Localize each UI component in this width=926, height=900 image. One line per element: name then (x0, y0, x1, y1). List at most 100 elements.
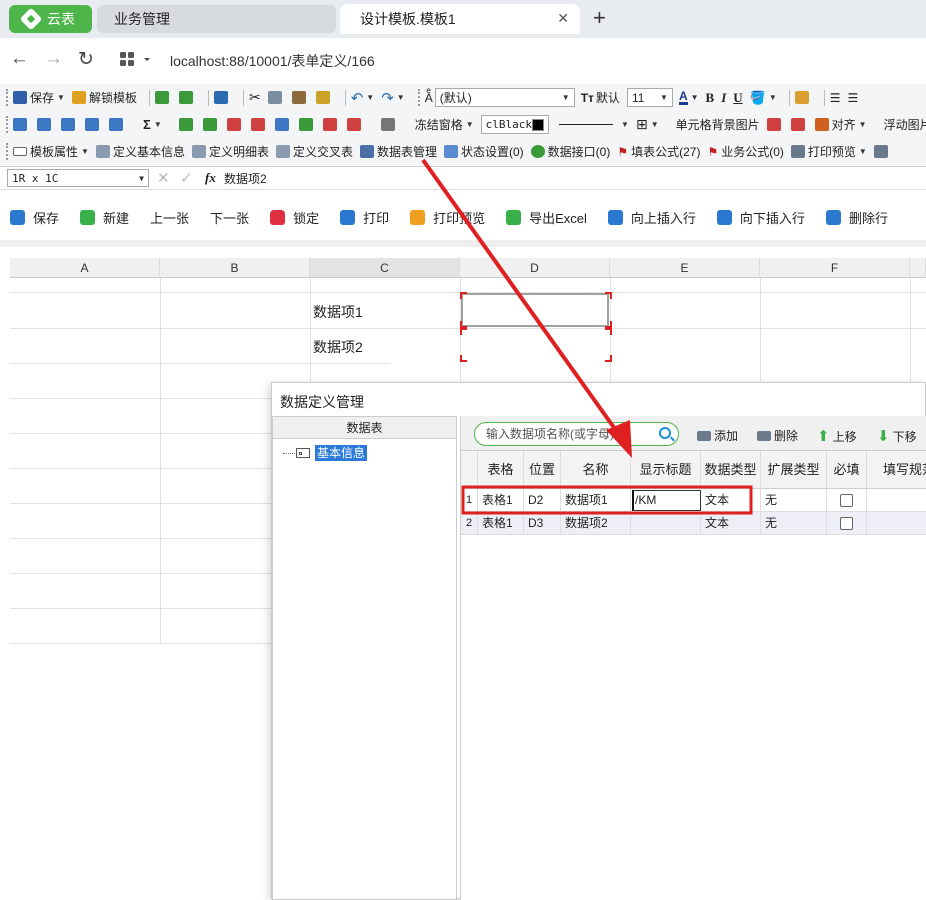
format-painter-button[interactable] (315, 91, 333, 104)
prev-button[interactable]: 上一张 (150, 208, 189, 227)
move-down-button[interactable]: ⬇ 下移 (877, 427, 917, 445)
cell-c2[interactable]: 数据项1 (313, 302, 363, 322)
delete-button[interactable]: 删除 (757, 427, 798, 444)
lock-cell-button[interactable] (794, 91, 812, 104)
undo-button[interactable]: ↶ ▼ (351, 89, 375, 107)
freeze-panes-button[interactable]: 冻结窗格 ▼ (415, 116, 474, 133)
sheet-tool-2[interactable] (37, 118, 54, 131)
border-button[interactable]: ⊞ ▼ (636, 116, 659, 133)
export-excel-button[interactable]: 导出Excel (506, 208, 587, 227)
row-tool-2[interactable] (202, 118, 220, 131)
cut-button[interactable]: ✂ (249, 89, 261, 106)
new-tab-plus-icon[interactable]: + (593, 5, 606, 31)
lock-button[interactable]: 锁定 (270, 208, 319, 227)
data-table-mgmt-button[interactable]: 数据表管理 (359, 143, 437, 160)
column-header-table[interactable]: 表格 (478, 451, 524, 489)
add-button[interactable]: 添加 (697, 427, 738, 444)
column-header-display-title[interactable]: 显示标题 (631, 451, 701, 489)
row-tool-3[interactable] (226, 118, 244, 131)
redo-button[interactable]: ↷ ▼ (381, 89, 405, 107)
required-checkbox[interactable] (840, 517, 853, 530)
insert-above-button[interactable]: 向上插入行 (607, 208, 696, 227)
font-name-select[interactable]: (默认) ▼ (434, 88, 575, 107)
row-tool-4[interactable] (250, 118, 268, 131)
print-button[interactable]: 打印 (340, 208, 389, 227)
move-up-button[interactable]: ⬆ 上移 (817, 427, 857, 445)
col-tool-3[interactable] (322, 118, 340, 131)
status-settings-button[interactable]: 状态设置(0) (444, 143, 524, 160)
formula-input[interactable]: 数据项2 (224, 170, 267, 187)
sheet-tool-3[interactable] (61, 118, 78, 131)
row-tool-1[interactable] (178, 118, 196, 131)
fill-color-button[interactable]: 🪣 ▼ (750, 90, 777, 106)
image-tool-1[interactable] (766, 118, 784, 131)
cell-ext-type[interactable]: 无 (761, 489, 827, 512)
cell-fill-rule[interactable] (867, 512, 926, 535)
tab-yunbiao[interactable]: 云表 (9, 5, 92, 33)
insert-below-button[interactable]: 向下插入行 (716, 208, 805, 227)
search-icon[interactable] (659, 427, 671, 439)
url-text[interactable]: localhost:88/10001/表单定义/166 (170, 51, 375, 71)
column-header-a[interactable]: A (10, 258, 160, 278)
tree-item-basic-info[interactable]: 基本信息 (283, 445, 368, 461)
define-detail-button[interactable]: 定义明细表 (191, 143, 269, 160)
cell-data-type[interactable]: 文本 (701, 489, 761, 512)
column-header-b[interactable]: B (160, 258, 310, 278)
print-tool-button[interactable] (873, 145, 891, 158)
sheet-tool-5[interactable] (109, 118, 126, 131)
biz-formula-button[interactable]: ⚑ 业务公式(0) (707, 143, 783, 160)
image-tool-2[interactable] (790, 118, 808, 131)
column-header-name[interactable]: 名称 (561, 451, 631, 489)
export-button[interactable] (178, 91, 196, 104)
float-image-button[interactable]: 浮动图片 (884, 116, 926, 133)
column-header-required[interactable]: 必填 (827, 451, 867, 489)
cell-name[interactable]: 数据项2 (561, 512, 631, 535)
cell-c3[interactable]: 数据项2 (313, 337, 363, 357)
cell-table[interactable]: 表格1 (478, 489, 524, 512)
cell-ext-type[interactable]: 无 (761, 512, 827, 535)
default-font-button[interactable]: Tт 默认 (581, 89, 620, 106)
cell-position[interactable]: D2 (524, 489, 561, 512)
cell-data-type[interactable]: 文本 (701, 512, 761, 535)
save-button[interactable]: 保存 ▼ (13, 89, 65, 106)
print-preview-tool-button[interactable]: 打印预览 ▼ (790, 143, 867, 160)
import-button[interactable] (154, 91, 172, 104)
italic-button[interactable]: I (721, 90, 726, 106)
column-header-position[interactable]: 位置 (524, 451, 561, 489)
column-header-f[interactable]: F (760, 258, 910, 278)
column-header-data-type[interactable]: 数据类型 (701, 451, 761, 489)
underline-button[interactable]: U (733, 90, 742, 106)
delete-row-button[interactable]: 删除行 (825, 208, 888, 227)
define-cross-button[interactable]: 定义交叉表 (275, 143, 353, 160)
col-tool-2[interactable] (298, 118, 316, 131)
reload-icon[interactable]: ↻ (78, 48, 94, 71)
data-interface-button[interactable]: 数据接口(0) (530, 143, 610, 160)
sum-button[interactable]: Σ ▼ (143, 117, 162, 132)
close-icon[interactable]: ✕ (557, 10, 569, 27)
col-tool-4[interactable] (346, 118, 364, 131)
cell-name[interactable]: 数据项1 (561, 489, 631, 512)
forward-arrow-icon[interactable]: → (44, 48, 63, 70)
define-basic-button[interactable]: 定义基本信息 (95, 143, 185, 160)
copy-button[interactable] (267, 91, 285, 104)
column-header-ext-type[interactable]: 扩展类型 (761, 451, 827, 489)
back-arrow-icon[interactable]: ← (10, 48, 29, 70)
template-props-button[interactable]: 模板属性 ▼ (13, 143, 89, 160)
required-checkbox[interactable] (840, 494, 853, 507)
align-left-button[interactable]: ☰ (830, 91, 841, 105)
column-header-fill-rule[interactable]: 填写规范 (867, 451, 926, 489)
cell-reference-box[interactable]: 1R x 1C ▼ (7, 169, 149, 187)
cell-position[interactable]: D3 (524, 512, 561, 535)
save-action-button[interactable]: 保存 (10, 208, 59, 227)
sheet-tool-1[interactable] (13, 118, 30, 131)
tab-design-template[interactable]: 设计模板.模板1 ✕ (340, 4, 580, 34)
cell-format-button[interactable] (380, 118, 398, 131)
cell-required[interactable] (827, 512, 867, 535)
sheet-tool-4[interactable] (85, 118, 102, 131)
cancel-x-icon[interactable]: ✕ (157, 169, 170, 187)
unlock-template-button[interactable]: 解锁模板 (71, 89, 137, 106)
col-tool-1[interactable] (274, 118, 292, 131)
print-preview-button[interactable]: 打印预览 (410, 208, 485, 227)
paste-button[interactable] (291, 91, 309, 104)
insert-button[interactable] (213, 91, 231, 104)
